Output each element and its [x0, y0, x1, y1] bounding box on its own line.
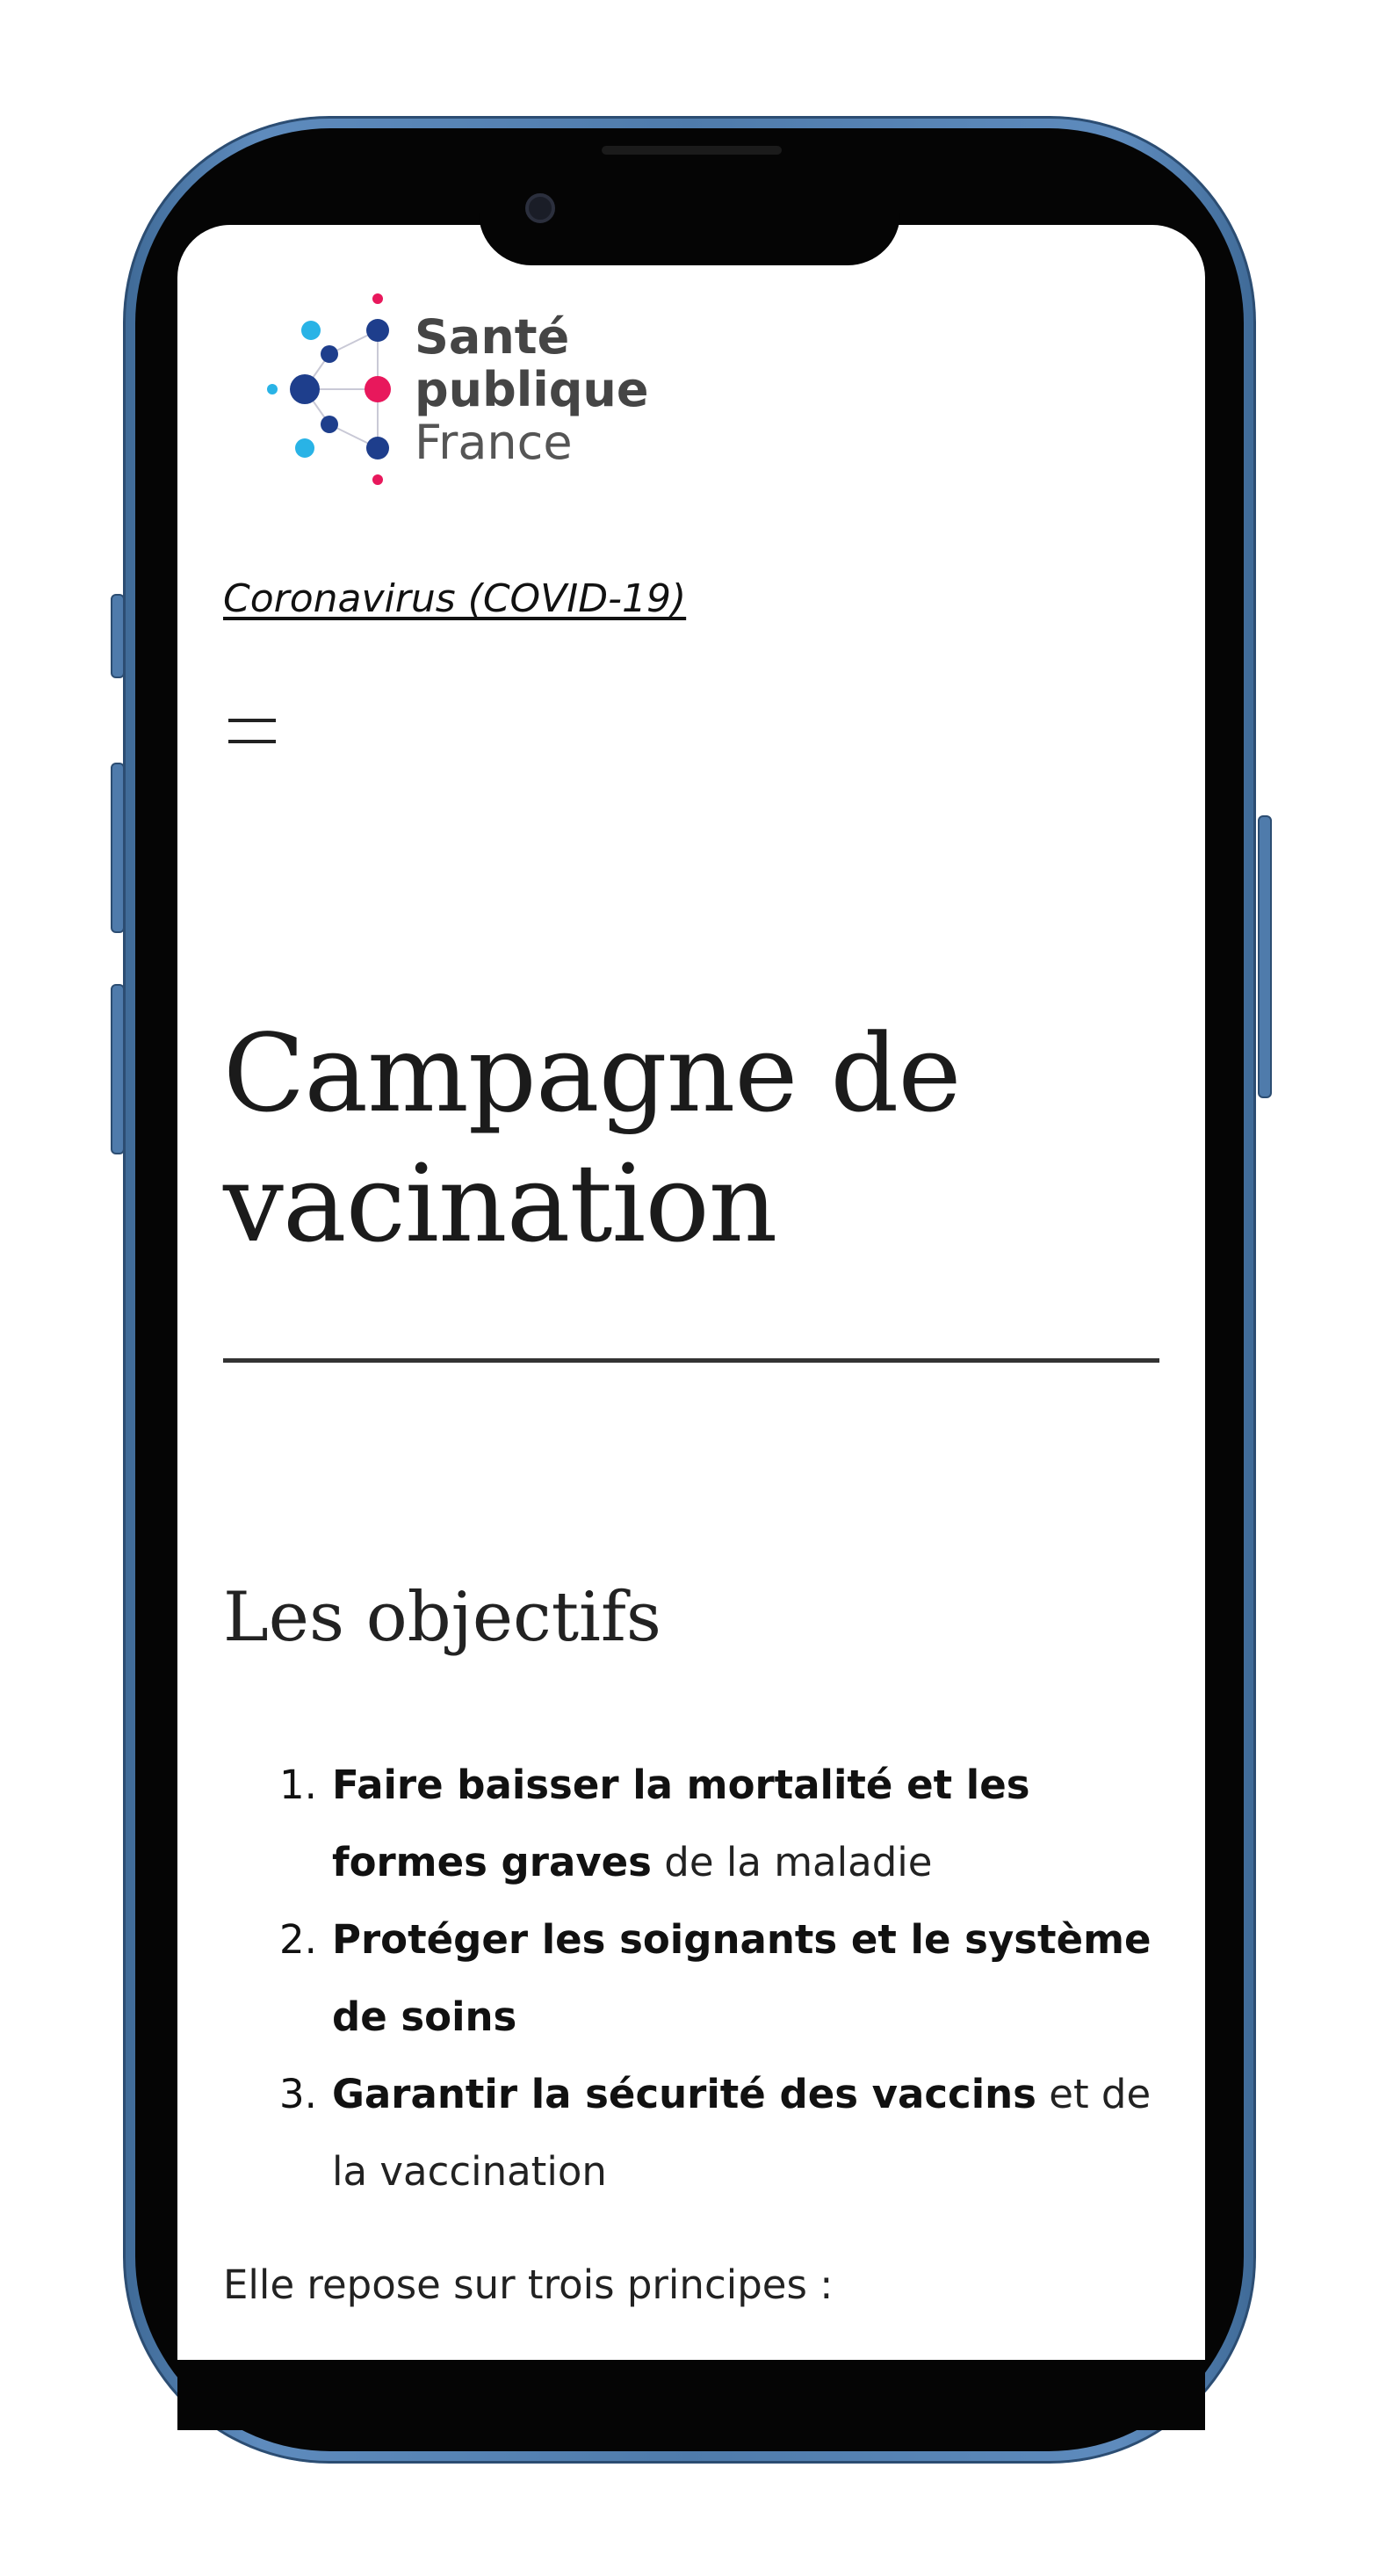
objective-strong-text: Garantir la sécurité des vaccins — [332, 2071, 1036, 2117]
volume-up-button — [111, 763, 125, 933]
screen-bottom-bezel — [177, 2360, 1205, 2430]
logo-line-publique: publique — [415, 362, 649, 417]
breadcrumb-link-coronavirus[interactable]: Coronavirus (COVID-19) — [223, 576, 686, 621]
volume-down-button — [111, 984, 125, 1154]
objective-rest-text: de la maladie — [651, 1839, 933, 1885]
hamburger-icon[interactable] — [228, 713, 276, 747]
title-divider — [223, 1358, 1159, 1363]
phone-screen: Santé publique France Coronavirus (COVID… — [177, 225, 1205, 2360]
menu-bar-top — [228, 719, 276, 722]
objective-item: 2. Protéger les soignants et le système d… — [177, 1901, 1161, 2056]
menu-bar-bottom — [228, 740, 276, 743]
device-mockup: Santé publique France Coronavirus (COVID… — [0, 0, 1379, 2576]
objective-number: 2. — [279, 1916, 317, 1963]
logo-line-france: France — [415, 415, 573, 470]
earpiece-speaker — [602, 146, 782, 155]
objective-strong-text: Protéger les soignants et le système de … — [332, 1916, 1152, 2040]
objective-number: 1. — [279, 1762, 317, 1808]
page-title: Campagne de vacination — [223, 1011, 962, 1266]
logo-wordmark: Santé publique France — [415, 311, 649, 469]
front-camera-icon — [525, 193, 555, 223]
objective-item: 3. Garantir la sécurité des vaccins et de… — [177, 2056, 1161, 2211]
objective-number: 3. — [279, 2071, 317, 2117]
objectives-list: 1. Faire baisser la mortalité et les form… — [177, 1747, 1161, 2211]
logo-line-sante: Santé — [415, 309, 570, 365]
objective-item: 1. Faire baisser la mortalité et les form… — [177, 1747, 1161, 1901]
silent-switch — [111, 594, 125, 678]
principles-intro: Elle repose sur trois principes : — [223, 2261, 834, 2308]
section-title-objectifs: Les objectifs — [223, 1578, 661, 1657]
power-button — [1258, 815, 1272, 1098]
